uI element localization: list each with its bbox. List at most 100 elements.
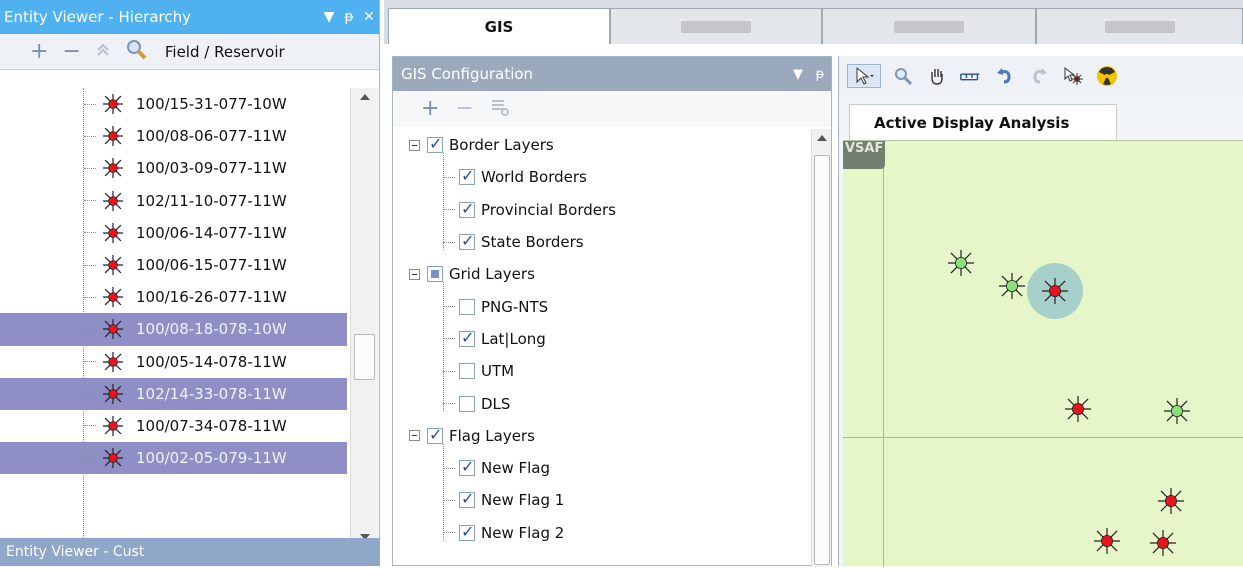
pan-hand-icon[interactable] [925,64,949,88]
layer-checkbox[interactable] [427,266,443,283]
layer-node[interactable]: New Flag 1 [393,484,811,516]
tree-guide-line [443,443,444,541]
well-list-item[interactable]: 100/02-05-079-11W [0,442,347,475]
well-list-item[interactable]: 102/14-33-078-11W [0,377,347,410]
dropdown-icon[interactable]: ▼ [319,9,339,25]
layer-tree-scrollbar[interactable] [811,129,831,567]
layer-node[interactable]: State Borders [393,226,811,258]
map-well-marker[interactable] [998,272,1026,300]
remove-layer-icon[interactable]: − [455,98,473,120]
map-well-marker[interactable] [1149,529,1177,557]
layer-checkbox[interactable] [459,166,475,186]
tree-connector [443,241,455,243]
layer-checkbox[interactable] [427,134,443,154]
layer-checkbox[interactable] [459,522,475,541]
well-list-item[interactable]: 100/03-09-077-11W [0,152,347,184]
select-well-icon[interactable] [1061,64,1085,88]
pointer-icon[interactable] [847,64,881,88]
layer-checkbox[interactable] [459,231,475,251]
layer-group-node[interactable]: Grid Layers [393,258,811,290]
map-well-marker[interactable] [1157,487,1185,515]
layer-node[interactable]: UTM [393,355,811,387]
layer-checkbox[interactable] [459,489,475,509]
entity-viewer-toolbar: + − Field / Reservoir [0,34,379,70]
move-up-icon[interactable] [95,41,111,63]
layer-group-node[interactable]: Border Layers [393,129,811,161]
well-list-item[interactable]: 100/08-18-078-10W [0,313,347,346]
layer-node[interactable]: PNG-NTS [393,290,811,322]
tab-4[interactable] [1036,8,1243,44]
scroll-up-icon[interactable] [360,94,370,100]
well-icon [102,415,124,437]
layer-node[interactable]: World Borders [393,161,811,193]
gis-configuration-header: GIS Configuration ▼ ᵽ [393,57,831,91]
add-icon[interactable]: + [30,40,48,63]
layer-node[interactable]: New Flag [393,452,811,484]
pin-icon[interactable]: ᵽ [339,9,359,25]
layer-properties-icon[interactable] [490,97,510,121]
scroll-thumb[interactable] [354,334,375,380]
layer-group-node[interactable]: Flag Layers [393,420,811,452]
add-layer-icon[interactable]: + [421,98,439,120]
layer-label: World Borders [481,168,587,187]
map-well-marker[interactable] [1163,397,1191,425]
tree-connector [84,264,96,266]
map-well-marker[interactable] [1041,277,1069,305]
layer-checkbox[interactable] [427,425,443,444]
search-icon[interactable] [125,38,147,65]
map-canvas[interactable]: VSAF [843,140,1243,567]
layer-checkbox[interactable] [459,363,475,380]
map-well-marker[interactable] [1064,395,1092,423]
scroll-thumb[interactable] [814,155,830,565]
well-list-item[interactable]: 100/08-06-077-11W [0,120,347,152]
layer-checkbox[interactable] [459,298,475,315]
layer-node[interactable]: Provincial Borders [393,194,811,226]
tree-connector [443,338,455,340]
tree-connector [84,103,96,105]
well-list-item[interactable]: 102/11-10-077-11W [0,185,347,217]
tab-gis[interactable]: GIS [388,8,610,44]
collapse-icon[interactable] [409,430,420,442]
well-uwi-label: 100/08-18-078-10W [136,320,287,339]
tab-active-display-analysis[interactable]: Active Display Analysis [849,104,1117,140]
collapse-icon[interactable] [409,139,420,151]
layer-label: DLS [481,394,511,413]
radiation-icon[interactable] [1095,64,1119,88]
hierarchy-level-label[interactable]: Field / Reservoir [165,43,285,61]
well-list-scrollbar[interactable] [350,88,378,546]
layer-checkbox[interactable] [459,457,475,477]
layer-node[interactable]: Lat|Long [393,323,811,355]
remove-icon[interactable]: − [62,40,80,63]
layer-node[interactable]: DLS [393,387,811,419]
map-well-marker[interactable] [1093,527,1121,555]
zoom-icon[interactable] [891,64,915,88]
well-icon [102,351,124,373]
collapse-icon[interactable] [409,268,420,280]
well-list-item[interactable]: 100/15-31-077-10W [0,88,347,120]
well-list-item[interactable]: 100/05-14-078-11W [0,346,347,378]
tree-connector [443,176,455,178]
scroll-up-icon[interactable] [817,135,827,141]
well-list-item[interactable]: 100/06-14-077-11W [0,217,347,249]
tab-3[interactable] [822,8,1036,44]
tree-guide-line [443,282,444,412]
pin-icon[interactable]: ᵽ [809,67,831,82]
layer-checkbox[interactable] [459,328,475,347]
layer-node[interactable]: New Flag 2 [393,517,811,549]
undo-icon[interactable] [993,64,1017,88]
map-well-marker[interactable] [947,249,975,277]
well-list-item[interactable]: 100/07-34-078-11W [0,410,347,442]
map-corner-label: VSAF [843,141,885,169]
redo-icon[interactable] [1027,64,1051,88]
well-list-item[interactable]: 100/16-26-077-11W [0,281,347,313]
scale-bar-icon[interactable] [959,64,983,88]
entity-viewer-custom-title[interactable]: Entity Viewer - Cust [0,538,380,566]
layer-checkbox[interactable] [459,395,475,412]
gis-configuration-panel: GIS Configuration ▼ ᵽ + − Border Layers W… [392,56,832,567]
tab-2[interactable] [610,8,822,44]
tab-label-redacted [1104,20,1175,33]
well-list-item[interactable]: 100/06-15-077-11W [0,249,347,281]
layer-checkbox[interactable] [459,199,475,218]
close-icon[interactable]: ✕ [359,9,379,25]
dropdown-icon[interactable]: ▼ [787,67,809,82]
